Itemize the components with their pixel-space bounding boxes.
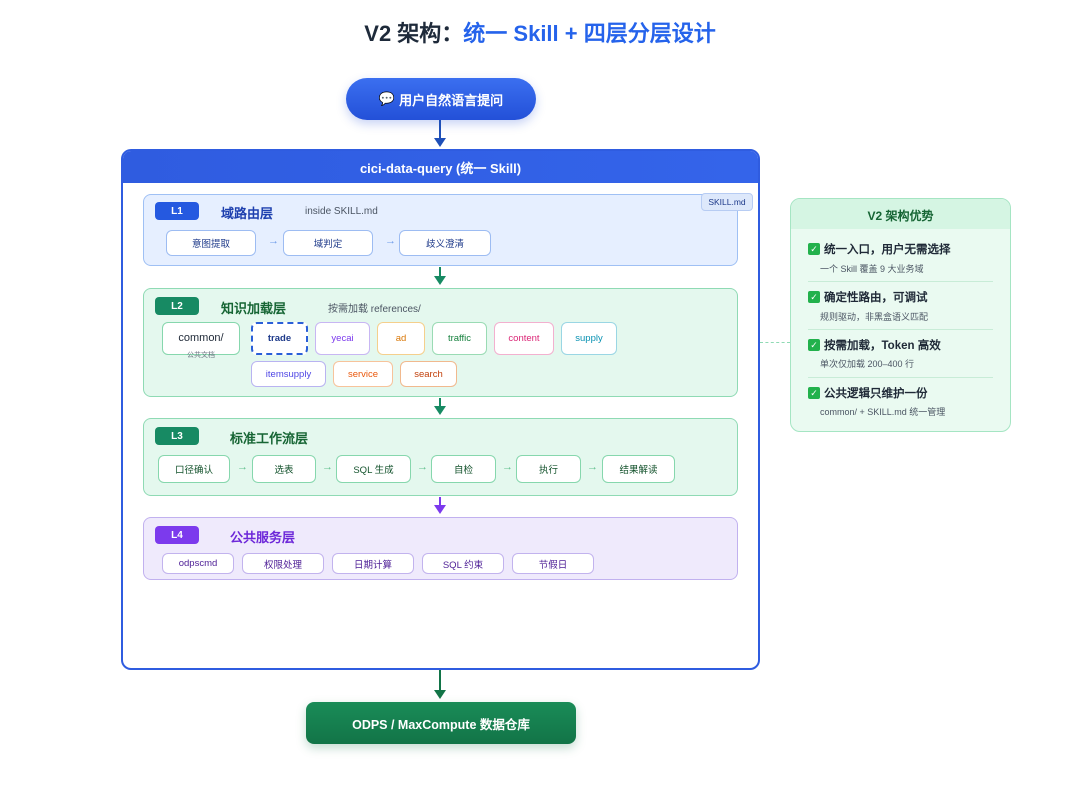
domain-node-trade: trade — [251, 322, 308, 355]
arrow-head-icon — [434, 690, 446, 699]
checkmark-icon: ✓ — [808, 243, 820, 255]
service-node: 日期计算 — [332, 553, 414, 574]
l1-node: 意图提取 — [166, 230, 256, 256]
common-node-sub: 公共文档 — [187, 352, 215, 359]
workflow-node: 选表 — [252, 455, 316, 483]
layer-title: 域路由层 — [221, 206, 274, 221]
layer-title: 知识加载层 — [221, 301, 287, 316]
user-question-node: 💬 用户自然语言提问 — [346, 78, 536, 120]
layer-badge: L2 — [155, 297, 199, 315]
connector-arrow — [439, 670, 441, 691]
advantage-item-title: ✓ 统一入口，用户无需选择 — [808, 241, 951, 257]
arrow-right-icon: → — [502, 461, 513, 473]
arrow-head-icon — [434, 276, 446, 285]
speech-bubble-icon: 💬 — [378, 91, 396, 106]
skill-md-tag: SKILL.md — [701, 193, 753, 211]
advantage-item-desc: 规则驱动，非黑盒语义匹配 — [820, 312, 929, 322]
layer-title: 标准工作流层 — [230, 431, 309, 446]
advantage-item-desc: 一个 Skill 覆盖 9 大业务域 — [820, 264, 924, 274]
divider — [808, 377, 993, 378]
workflow-node: 口径确认 — [158, 455, 230, 483]
advantage-item-title: ✓ 确定性路由，可调试 — [808, 289, 928, 305]
service-node: 节假日 — [512, 553, 594, 574]
checkmark-icon: ✓ — [808, 387, 820, 399]
layer-subtitle: 按需加载 references/ — [328, 304, 421, 315]
l1-node: 域判定 — [283, 230, 373, 256]
workflow-node: 执行 — [516, 455, 581, 483]
layer-badge: L4 — [155, 526, 199, 544]
workflow-node: 自检 — [431, 455, 496, 483]
divider — [808, 281, 993, 282]
checkmark-icon: ✓ — [808, 339, 820, 351]
domain-node-yecai: yecai — [315, 322, 370, 355]
divider — [808, 329, 993, 330]
page-title: V2 架构：统一 Skill + 四层分层设计 — [364, 21, 716, 46]
arrow-head-icon — [434, 406, 446, 415]
layer-badge: L3 — [155, 427, 199, 445]
layer-subtitle: inside SKILL.md — [305, 206, 378, 217]
domain-node-ad: ad — [377, 322, 425, 355]
workflow-node: 结果解读 — [602, 455, 675, 483]
advantage-item-desc: 单次仅加载 200–400 行 — [820, 359, 915, 369]
advantage-item-title: ✓ 按需加载，Token 高效 — [808, 337, 941, 353]
domain-node-content: content — [494, 322, 554, 355]
skill-header: cici-data-query (统一 Skill) — [123, 151, 758, 183]
layer-badge: L1 — [155, 202, 199, 220]
domain-node-supply: supply — [561, 322, 617, 355]
checkmark-icon: ✓ — [808, 291, 820, 303]
arrow-right-icon: → — [385, 235, 396, 247]
service-node: odpscmd — [162, 553, 234, 574]
advantage-item-title: ✓ 公共逻辑只维护一份 — [808, 385, 928, 401]
domain-node-service: service — [333, 361, 393, 387]
dashed-connector — [760, 342, 790, 343]
layer-title: 公共服务层 — [230, 530, 296, 545]
service-node: 权限处理 — [242, 553, 324, 574]
arrow-right-icon: → — [417, 461, 428, 473]
advantages-title: V2 架构优势 — [867, 209, 934, 223]
domain-node-search: search — [400, 361, 457, 387]
l1-node: 歧义澄清 — [399, 230, 491, 256]
arrow-right-icon: → — [268, 235, 279, 247]
arrow-head-icon — [434, 138, 446, 147]
service-node: SQL 约束 — [422, 553, 504, 574]
data-warehouse-node: ODPS / MaxCompute 数据仓库 — [306, 702, 576, 744]
advantage-item-desc: common/ + SKILL.md 统一管理 — [820, 407, 946, 417]
workflow-node: SQL 生成 — [336, 455, 411, 483]
domain-node-traffic: traffic — [432, 322, 487, 355]
connector-arrow — [439, 120, 441, 139]
arrow-right-icon: → — [322, 461, 333, 473]
domain-node-itemsupply: itemsupply — [251, 361, 326, 387]
arrow-right-icon: → — [587, 461, 598, 473]
arrow-head-icon — [434, 505, 446, 514]
arrow-right-icon: → — [237, 461, 248, 473]
